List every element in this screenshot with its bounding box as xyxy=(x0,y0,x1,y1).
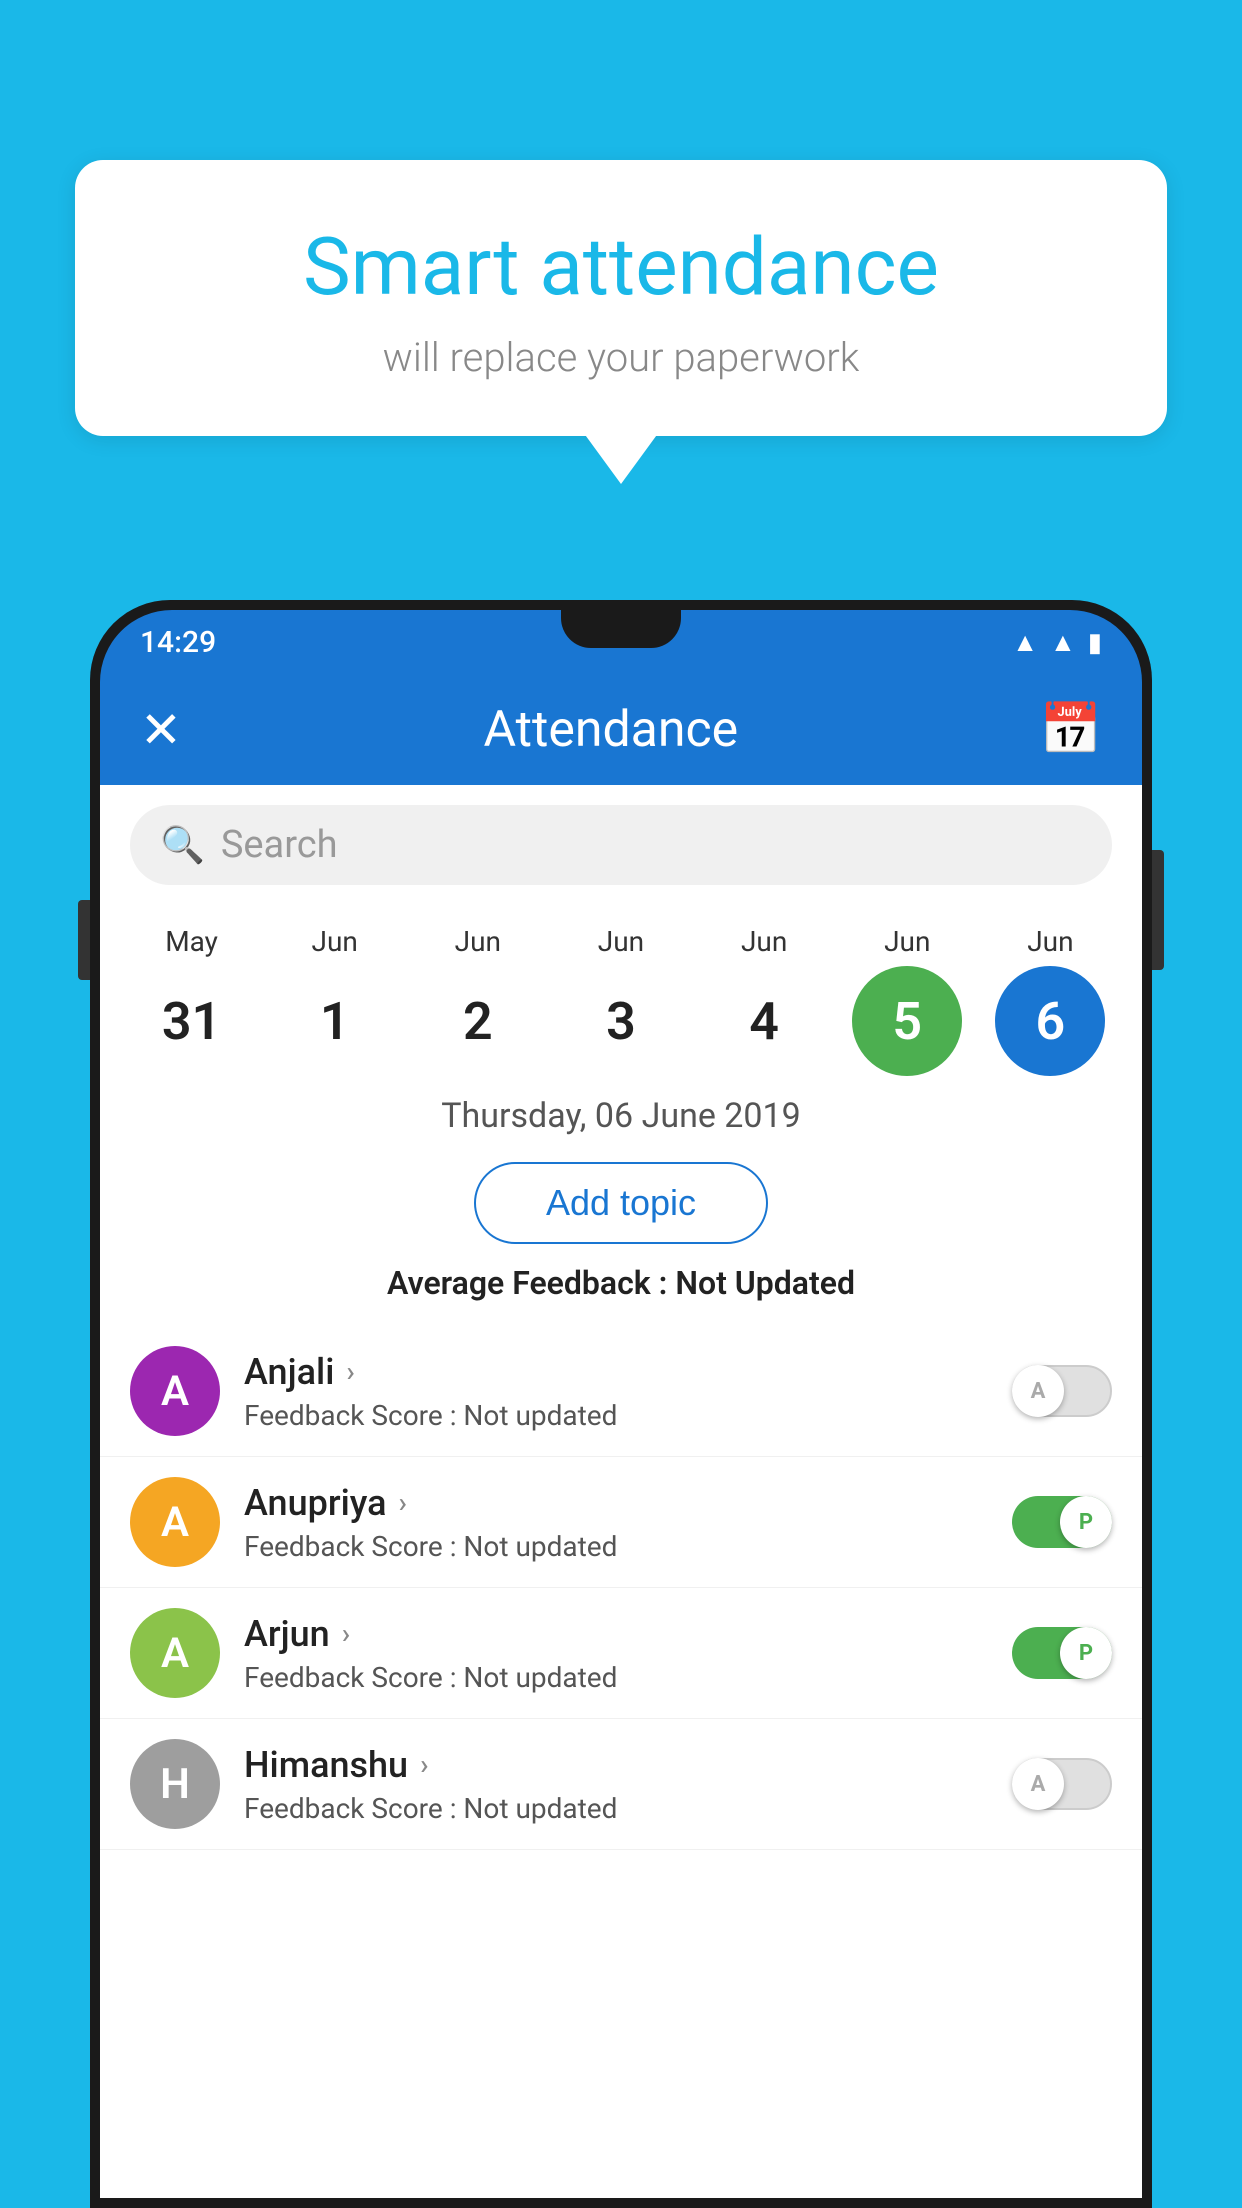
student-info-arjun: Arjun › Feedback Score : Not updated xyxy=(244,1613,988,1694)
app-bar-title: Attendance xyxy=(483,701,738,759)
avatar-arjun: A xyxy=(130,1608,220,1698)
speech-bubble-container: Smart attendance will replace your paper… xyxy=(75,160,1167,436)
month-label-6: Jun xyxy=(1027,925,1073,958)
calendar-strip: May 31 Jun 1 Jun 2 Jun 3 Jun 4 xyxy=(100,905,1142,1086)
phone-frame: 14:29 ▲ ▲ ▮ ✕ Attendance 📅 🔍 Search xyxy=(90,600,1152,2208)
student-score-anupriya: Feedback Score : Not updated xyxy=(244,1530,988,1563)
student-info-anjali: Anjali › Feedback Score : Not updated xyxy=(244,1351,988,1432)
student-score-himanshu: Feedback Score : Not updated xyxy=(244,1792,988,1825)
chevron-icon-arjun: › xyxy=(342,1617,350,1650)
student-name-anupriya: Anupriya › xyxy=(244,1482,988,1524)
speech-bubble-title: Smart attendance xyxy=(125,220,1117,314)
month-label-3: Jun xyxy=(598,925,644,958)
app-bar: ✕ Attendance 📅 xyxy=(100,675,1142,785)
toggle-anupriya[interactable]: P xyxy=(1012,1496,1112,1548)
avg-feedback: Average Feedback : Not Updated xyxy=(100,1264,1142,1326)
calendar-day-1[interactable]: Jun 1 xyxy=(280,925,390,1076)
chevron-icon-himanshu: › xyxy=(420,1748,428,1781)
status-icons: ▲ ▲ ▮ xyxy=(1012,627,1102,658)
wifi-icon: ▲ xyxy=(1012,627,1038,658)
calendar-day-2[interactable]: Jun 2 xyxy=(423,925,533,1076)
student-name-anjali: Anjali › xyxy=(244,1351,988,1393)
notch xyxy=(561,610,681,648)
date-number-1: 1 xyxy=(280,966,390,1076)
app-content: 🔍 Search May 31 Jun 1 Jun 2 xyxy=(100,785,1142,2198)
student-row-anjali[interactable]: A Anjali › Feedback Score : Not updated … xyxy=(100,1326,1142,1457)
date-number-4: 4 xyxy=(709,966,819,1076)
toggle-arjun[interactable]: P xyxy=(1012,1627,1112,1679)
calendar-day-6[interactable]: Jun 6 xyxy=(995,925,1105,1076)
student-row-himanshu[interactable]: H Himanshu › Feedback Score : Not update… xyxy=(100,1719,1142,1850)
calendar-day-4[interactable]: Jun 4 xyxy=(709,925,819,1076)
month-label-2: Jun xyxy=(455,925,501,958)
date-number-5: 5 xyxy=(852,966,962,1076)
toggle-anjali[interactable]: A xyxy=(1012,1365,1112,1417)
student-score-arjun: Feedback Score : Not updated xyxy=(244,1661,988,1694)
toggle-knob-himanshu: A xyxy=(1012,1758,1064,1810)
month-label-4: Jun xyxy=(741,925,787,958)
calendar-day-5[interactable]: Jun 5 xyxy=(852,925,962,1076)
toggle-knob-anupriya: P xyxy=(1060,1496,1112,1548)
avatar-anjali: A xyxy=(130,1346,220,1436)
toggle-himanshu[interactable]: A xyxy=(1012,1758,1112,1810)
add-topic-button[interactable]: Add topic xyxy=(474,1162,768,1244)
date-number-6: 6 xyxy=(995,966,1105,1076)
avatar-anupriya: A xyxy=(130,1477,220,1567)
student-info-anupriya: Anupriya › Feedback Score : Not updated xyxy=(244,1482,988,1563)
speech-bubble-subtitle: will replace your paperwork xyxy=(125,334,1117,381)
date-number-3: 3 xyxy=(566,966,676,1076)
search-icon: 🔍 xyxy=(160,824,205,866)
chevron-icon-anjali: › xyxy=(346,1355,354,1388)
student-name-himanshu: Himanshu › xyxy=(244,1744,988,1786)
calendar-icon[interactable]: 📅 xyxy=(1040,701,1102,759)
calendar-day-0[interactable]: May 31 xyxy=(137,925,247,1076)
phone-volume-button xyxy=(78,900,90,980)
search-container: 🔍 Search xyxy=(100,785,1142,905)
month-label-5: Jun xyxy=(884,925,930,958)
close-button[interactable]: ✕ xyxy=(140,701,182,760)
phone-screen: 14:29 ▲ ▲ ▮ ✕ Attendance 📅 🔍 Search xyxy=(100,610,1142,2198)
avg-feedback-label: Average Feedback : xyxy=(387,1264,675,1302)
add-topic-container: Add topic xyxy=(100,1152,1142,1264)
status-time: 14:29 xyxy=(140,625,216,660)
speech-bubble: Smart attendance will replace your paper… xyxy=(75,160,1167,436)
avatar-himanshu: H xyxy=(130,1739,220,1829)
signal-icon: ▲ xyxy=(1050,627,1076,658)
battery-icon: ▮ xyxy=(1088,628,1102,658)
student-row-anupriya[interactable]: A Anupriya › Feedback Score : Not update… xyxy=(100,1457,1142,1588)
student-row-arjun[interactable]: A Arjun › Feedback Score : Not updated P xyxy=(100,1588,1142,1719)
student-list: A Anjali › Feedback Score : Not updated … xyxy=(100,1326,1142,1850)
chevron-icon-anupriya: › xyxy=(399,1486,407,1519)
month-label-1: Jun xyxy=(312,925,358,958)
student-info-himanshu: Himanshu › Feedback Score : Not updated xyxy=(244,1744,988,1825)
toggle-knob-arjun: P xyxy=(1060,1627,1112,1679)
search-bar[interactable]: 🔍 Search xyxy=(130,805,1112,885)
student-name-arjun: Arjun › xyxy=(244,1613,988,1655)
phone-power-button xyxy=(1152,850,1164,970)
month-label-0: May xyxy=(165,925,218,958)
selected-date-label: Thursday, 06 June 2019 xyxy=(100,1086,1142,1152)
search-placeholder: Search xyxy=(221,823,338,867)
calendar-day-3[interactable]: Jun 3 xyxy=(566,925,676,1076)
student-score-anjali: Feedback Score : Not updated xyxy=(244,1399,988,1432)
status-bar: 14:29 ▲ ▲ ▮ xyxy=(100,610,1142,675)
toggle-knob-anjali: A xyxy=(1012,1365,1064,1417)
avg-feedback-value: Not Updated xyxy=(675,1264,855,1302)
date-number-2: 2 xyxy=(423,966,533,1076)
date-number-0: 31 xyxy=(137,966,247,1076)
